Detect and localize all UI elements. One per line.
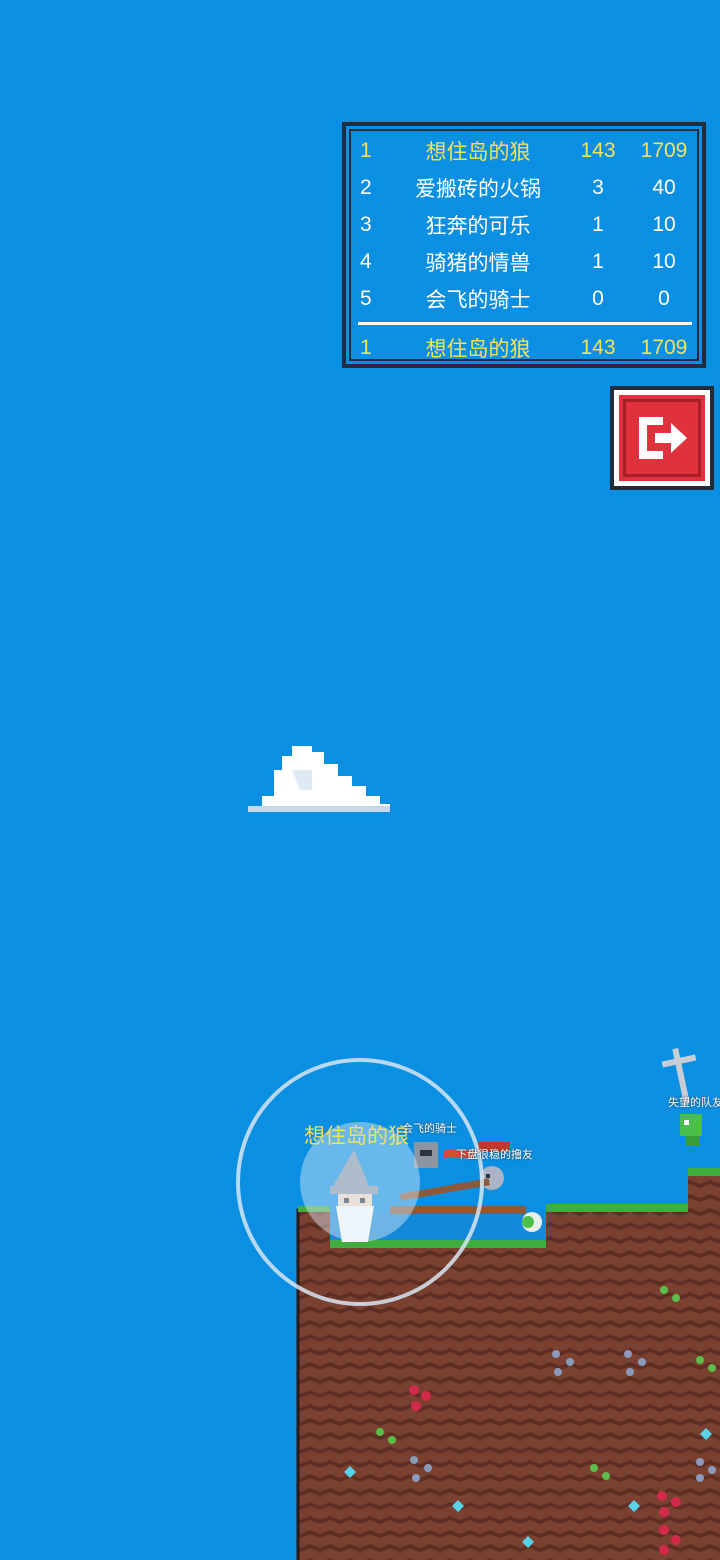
leaderboard-row: 4 骑猪的情兽 1 10 (346, 243, 702, 280)
rank: 1 (360, 335, 372, 359)
player-name: 想住岛的狼 (425, 140, 531, 164)
kills: 1 (592, 212, 604, 236)
leaderboard-row: 5 会飞的骑士 0 0 (346, 280, 702, 317)
leaderboard-row: 3 狂奔的可乐 1 10 (346, 206, 702, 243)
kills: 143 (580, 335, 616, 359)
cloud (248, 746, 390, 812)
rank: 4 (360, 249, 372, 273)
player-name: 爱搬砖的火锅 (415, 177, 541, 201)
score: 1709 (640, 138, 688, 162)
teammate-player-name: 下盘很稳的撸友 (456, 1149, 533, 1161)
score: 40 (652, 175, 676, 199)
player-name: 狂奔的可乐 (425, 214, 531, 238)
score: 10 (652, 212, 676, 236)
score: 10 (652, 249, 676, 273)
score: 0 (658, 286, 670, 310)
rank: 1 (360, 138, 372, 162)
kills: 1 (592, 249, 604, 273)
leaderboard-divider (358, 322, 692, 325)
rank: 2 (360, 175, 372, 199)
exit-icon (639, 417, 687, 459)
kills: 3 (592, 175, 604, 199)
knight-player-name: 会飞的骑士 (402, 1123, 457, 1135)
far-player-name: 失望的队友 (668, 1097, 720, 1109)
rank: 3 (360, 212, 372, 236)
kills: 143 (580, 138, 616, 162)
score: 1709 (640, 335, 688, 359)
my-player-name: 想住岛的狼 (304, 1125, 409, 1148)
player-name: 会飞的骑士 (425, 288, 531, 312)
kills: 0 (592, 286, 604, 310)
exit-button[interactable] (610, 386, 714, 490)
leaderboard: 1 想住岛的狼 143 1709 2 爱搬砖的火锅 3 40 3 狂奔的可乐 1… (342, 122, 706, 368)
far-player (680, 1114, 702, 1146)
leaderboard-self-row: 1 想住岛的狼 143 1709 (346, 329, 702, 366)
leaderboard-row: 2 爱搬砖的火锅 3 40 (346, 169, 702, 206)
player-name: 想住岛的狼 (425, 337, 531, 361)
leaderboard-row: 1 想住岛的狼 143 1709 (346, 132, 702, 169)
rank: 5 (360, 286, 372, 310)
player-name: 骑猪的情兽 (425, 251, 531, 275)
